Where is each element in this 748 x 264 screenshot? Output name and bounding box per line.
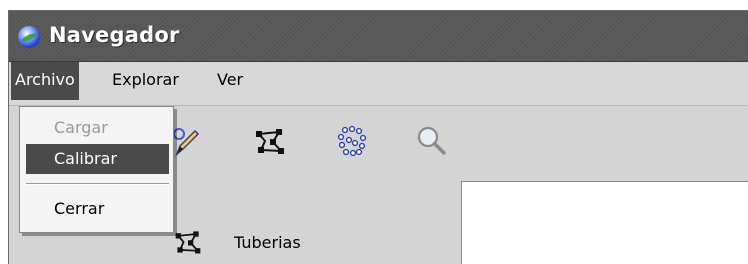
scatter-points-icon[interactable] xyxy=(335,124,369,158)
magnifier-icon[interactable] xyxy=(415,124,449,158)
menu-item-calibrar[interactable]: Calibrar xyxy=(26,144,169,174)
title-bar[interactable]: Navegador xyxy=(9,11,748,62)
menu-separator xyxy=(26,183,169,185)
archivo-dropdown-menu: Cargar Calibrar Cerrar xyxy=(19,106,174,233)
tree-item-label[interactable]: Tuberias xyxy=(234,233,301,252)
menu-item-cerrar[interactable]: Cerrar xyxy=(26,194,169,224)
window-title: Navegador xyxy=(49,23,180,47)
network-icon[interactable] xyxy=(253,124,287,158)
content-panel xyxy=(461,181,748,264)
pencil-icon[interactable] xyxy=(169,124,203,158)
menu-explorar[interactable]: Explorar xyxy=(108,62,183,100)
menu-item-cargar: Cargar xyxy=(54,118,108,137)
menu-bar: Archivo Explorar Ver xyxy=(9,62,748,106)
app-window: Navegador Archivo Explorar Ver Tuberias … xyxy=(8,10,748,264)
menu-ver[interactable]: Ver xyxy=(213,62,247,100)
globe-icon xyxy=(18,26,40,48)
menu-archivo[interactable]: Archivo xyxy=(11,62,79,100)
network-icon xyxy=(175,231,201,254)
